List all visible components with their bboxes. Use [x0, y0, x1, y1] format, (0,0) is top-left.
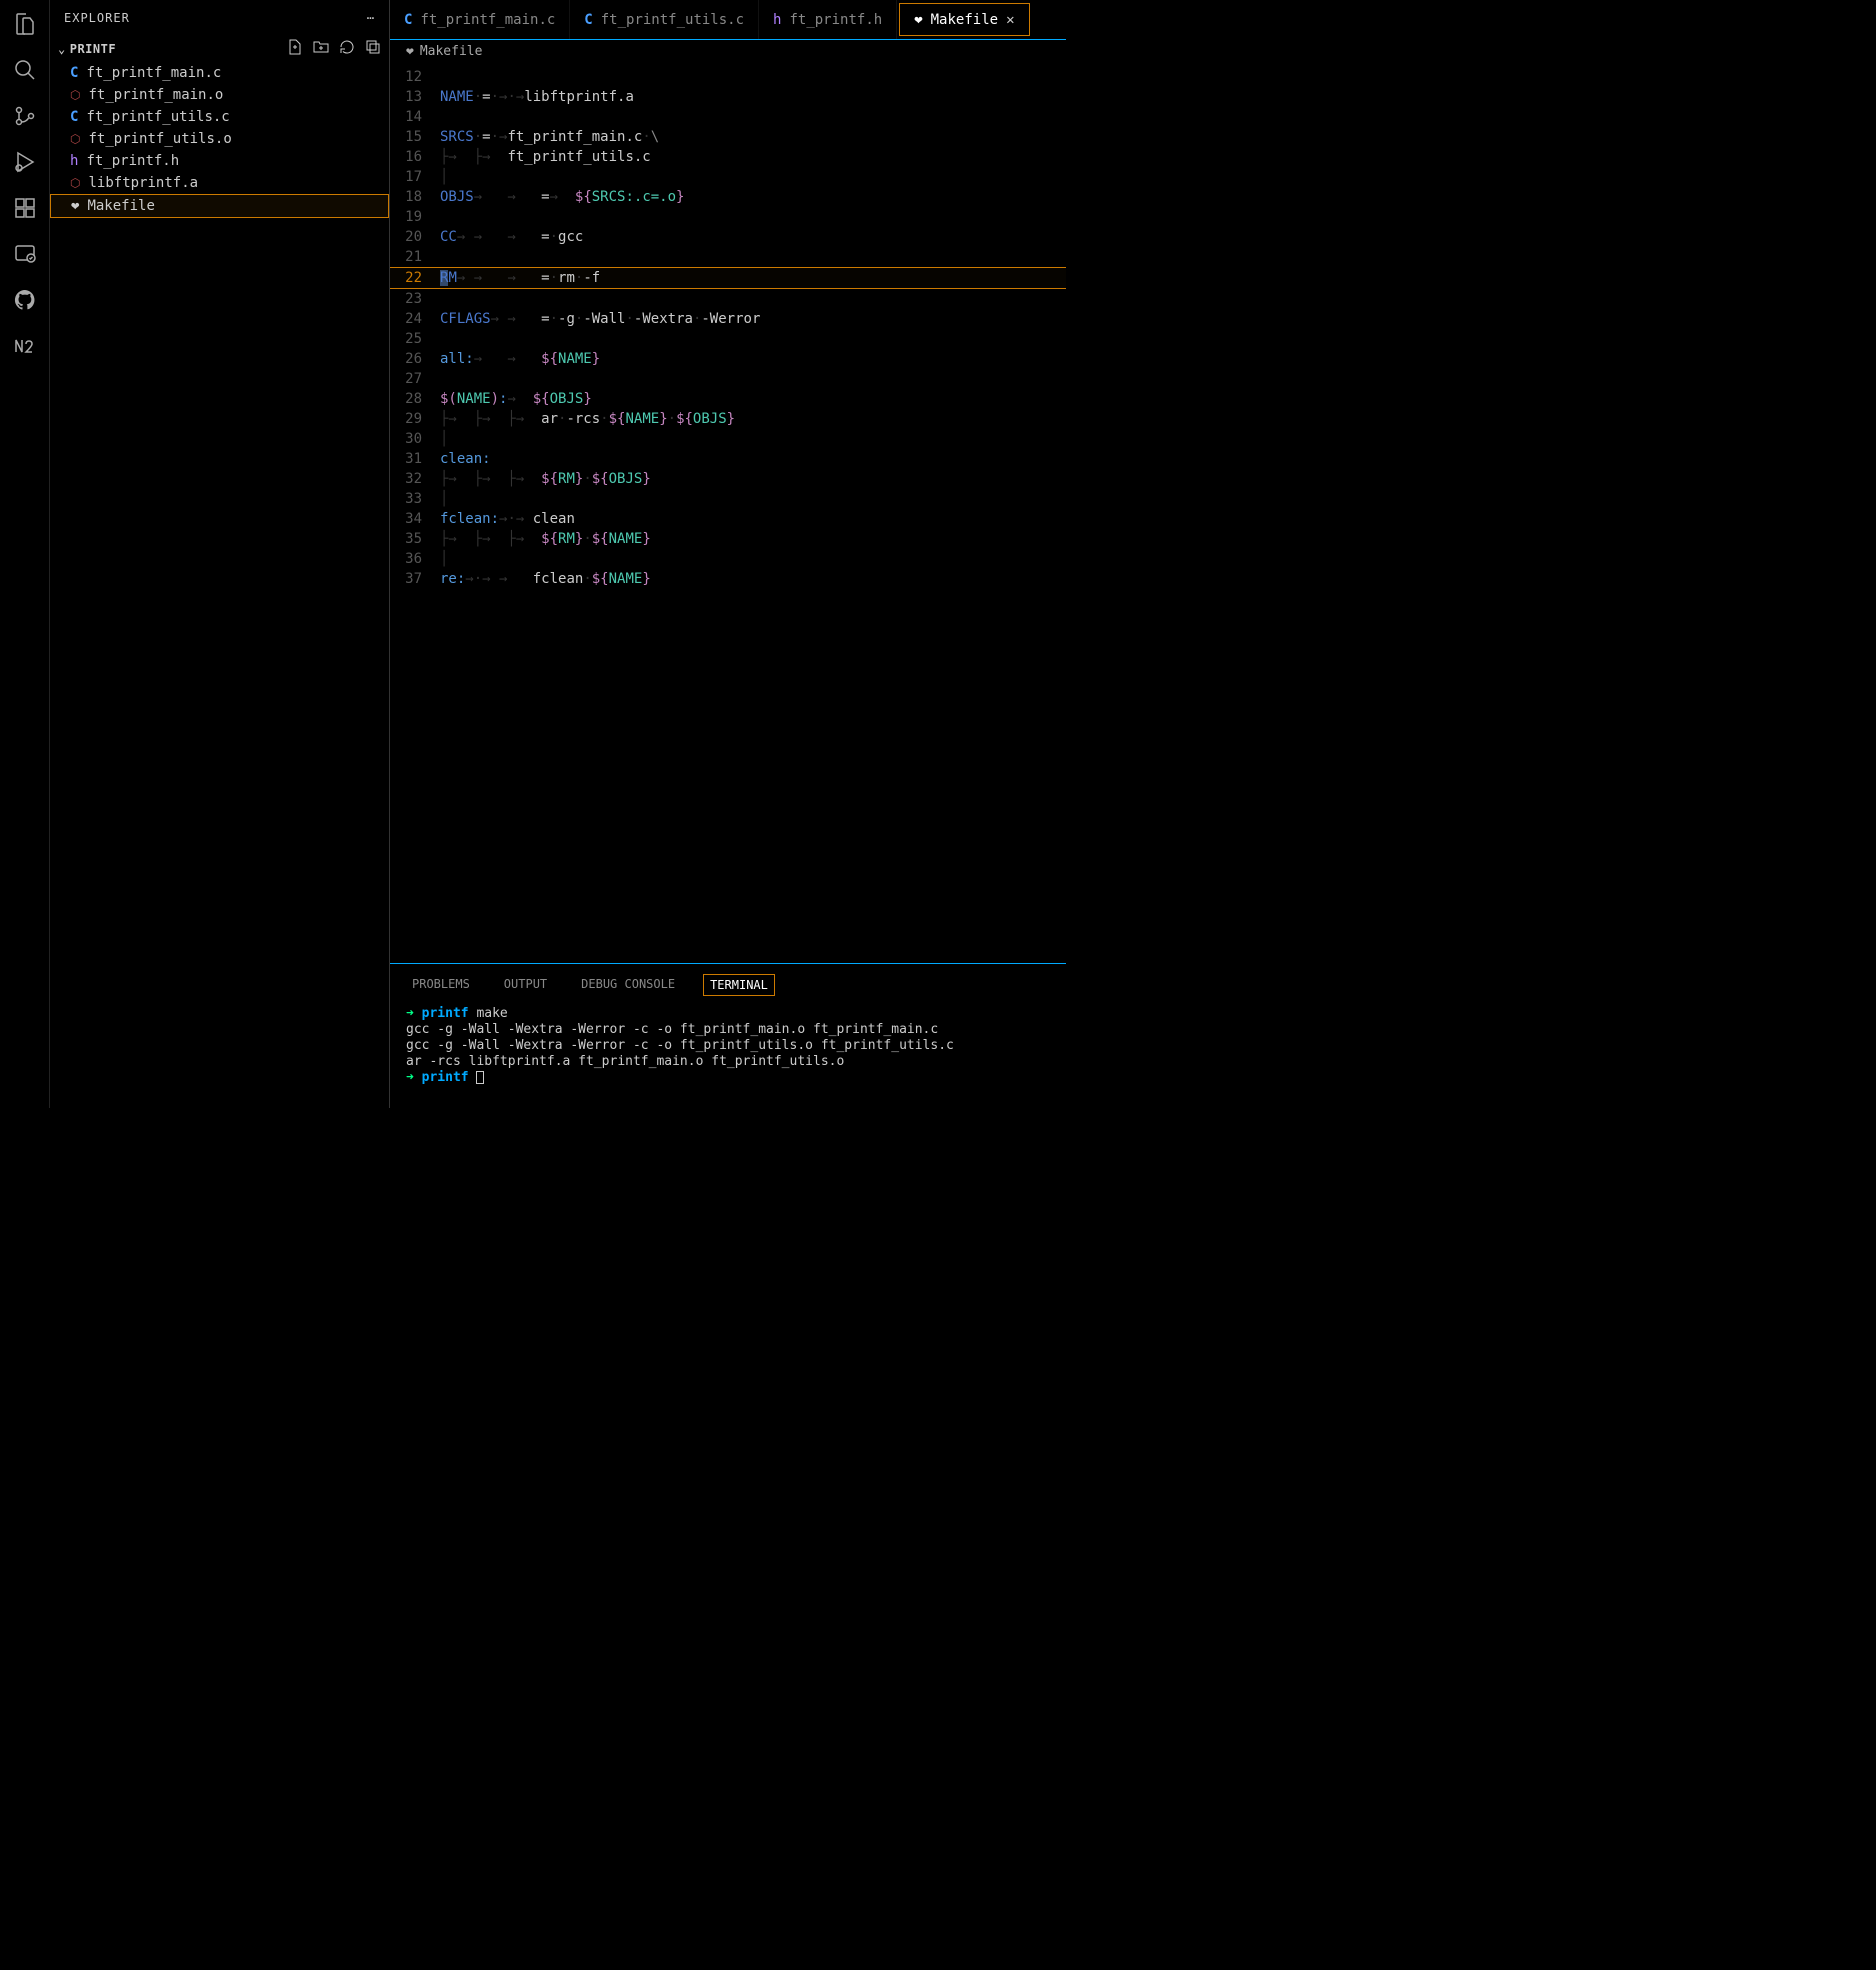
folder-header[interactable]: ⌄ PRINTF	[50, 35, 389, 62]
file-item-Makefile[interactable]: ❤Makefile	[50, 194, 389, 218]
tab-ft_printf_main-c[interactable]: Cft_printf_main.c	[390, 0, 570, 39]
run-debug-icon[interactable]	[11, 148, 39, 176]
terminal-line: ➜ printf make	[406, 1006, 1050, 1022]
tab-ft_printf_utils-c[interactable]: Cft_printf_utils.c	[570, 0, 759, 39]
n2-icon[interactable]	[11, 332, 39, 360]
main-area: Cft_printf_main.cCft_printf_utils.chft_p…	[390, 0, 1066, 1108]
search-icon[interactable]	[11, 56, 39, 84]
code-line[interactable]: 30│	[390, 429, 1066, 449]
file-item-ft_printf_main-c[interactable]: Cft_printf_main.c	[50, 62, 389, 84]
close-icon[interactable]: ✕	[1006, 12, 1014, 28]
code-line[interactable]: 35├→ ├→ ├→ ${RM}·${NAME}	[390, 529, 1066, 549]
code-line[interactable]: 24CFLAGS→ → =·-g·-Wall·-Wextra·-Werror	[390, 309, 1066, 329]
github-icon[interactable]	[11, 286, 39, 314]
extensions-icon[interactable]	[11, 194, 39, 222]
code-line[interactable]: 32├→ ├→ ├→ ${RM}·${OBJS}	[390, 469, 1066, 489]
file-item-ft_printf_utils-o[interactable]: ⬡ft_printf_utils.o	[50, 128, 389, 150]
remote-icon[interactable]	[11, 240, 39, 268]
code-line[interactable]: 16├→ ├→ ft_printf_utils.c	[390, 147, 1066, 167]
tab-Makefile[interactable]: ❤Makefile✕	[899, 3, 1029, 36]
code-editor[interactable]: 1213NAME·=·→·→libftprintf.a1415SRCS·=·→f…	[390, 63, 1066, 963]
sidebar-title: EXPLORER	[64, 11, 130, 25]
terminal-line: ar -rcs libftprintf.a ft_printf_main.o f…	[406, 1054, 1050, 1070]
code-line[interactable]: 26all:→ → ${NAME}	[390, 349, 1066, 369]
panel-tab-problems[interactable]: PROBLEMS	[406, 974, 476, 996]
terminal-line: gcc -g -Wall -Wextra -Werror -c -o ft_pr…	[406, 1022, 1050, 1038]
code-line[interactable]: 21	[390, 247, 1066, 267]
refresh-icon[interactable]	[339, 39, 355, 58]
file-item-libftprintf-a[interactable]: ⬡libftprintf.a	[50, 172, 389, 194]
code-line[interactable]: 12	[390, 67, 1066, 87]
panel-tabs: PROBLEMS OUTPUT DEBUG CONSOLE TERMINAL	[390, 964, 1066, 1002]
file-item-ft_printf-h[interactable]: hft_printf.h	[50, 150, 389, 172]
panel-tab-terminal[interactable]: TERMINAL	[703, 974, 775, 996]
code-line[interactable]: 13NAME·=·→·→libftprintf.a	[390, 87, 1066, 107]
file-item-ft_printf_main-o[interactable]: ⬡ft_printf_main.o	[50, 84, 389, 106]
sidebar: EXPLORER ⋯ ⌄ PRINTF Cft_printf_main.c⬡ft…	[50, 0, 390, 1108]
code-line[interactable]: 37re:→·→ → fclean·${NAME}	[390, 569, 1066, 589]
breadcrumb-text: Makefile	[420, 44, 483, 59]
activity-bar	[0, 0, 50, 1108]
code-line[interactable]: 25	[390, 329, 1066, 349]
file-list: Cft_printf_main.c⬡ft_printf_main.oCft_pr…	[50, 62, 389, 218]
code-line[interactable]: 22RM→ → → =·rm·-f	[390, 267, 1066, 289]
code-line[interactable]: 28$(NAME):→ ${OBJS}	[390, 389, 1066, 409]
chevron-down-icon: ⌄	[58, 42, 66, 56]
code-line[interactable]: 20CC→ → → =·gcc	[390, 227, 1066, 247]
new-folder-icon[interactable]	[313, 39, 329, 58]
code-line[interactable]: 27	[390, 369, 1066, 389]
code-line[interactable]: 34fclean:→·→ clean	[390, 509, 1066, 529]
source-control-icon[interactable]	[11, 102, 39, 130]
code-line[interactable]: 29├→ ├→ ├→ ar·-rcs·${NAME}·${OBJS}	[390, 409, 1066, 429]
panel-tab-debug-console[interactable]: DEBUG CONSOLE	[575, 974, 681, 996]
sidebar-header: EXPLORER ⋯	[50, 0, 389, 35]
terminal-line: gcc -g -Wall -Wextra -Werror -c -o ft_pr…	[406, 1038, 1050, 1054]
bottom-panel: PROBLEMS OUTPUT DEBUG CONSOLE TERMINAL ➜ pr…	[390, 963, 1066, 1108]
makefile-icon: ❤	[406, 44, 414, 59]
terminal-line: ➜ printf	[406, 1070, 1050, 1086]
folder-title: PRINTF	[70, 42, 116, 56]
more-icon[interactable]: ⋯	[367, 11, 375, 25]
code-line[interactable]: 14	[390, 107, 1066, 127]
editor-tabs: Cft_printf_main.cCft_printf_utils.chft_p…	[390, 0, 1066, 40]
collapse-icon[interactable]	[365, 39, 381, 58]
panel-tab-output[interactable]: OUTPUT	[498, 974, 553, 996]
explorer-icon[interactable]	[11, 10, 39, 38]
tab-ft_printf-h[interactable]: hft_printf.h	[759, 0, 897, 39]
breadcrumb[interactable]: ❤ Makefile	[390, 40, 1066, 63]
code-line[interactable]: 31clean:	[390, 449, 1066, 469]
code-line[interactable]: 18OBJS→ → =→ ${SRCS:.c=.o}	[390, 187, 1066, 207]
code-line[interactable]: 15SRCS·=·→ft_printf_main.c·\	[390, 127, 1066, 147]
file-item-ft_printf_utils-c[interactable]: Cft_printf_utils.c	[50, 106, 389, 128]
code-line[interactable]: 23	[390, 289, 1066, 309]
new-file-icon[interactable]	[287, 39, 303, 58]
terminal-output[interactable]: ➜ printf makegcc -g -Wall -Wextra -Werro…	[390, 1002, 1066, 1090]
code-line[interactable]: 33│	[390, 489, 1066, 509]
code-line[interactable]: 17│	[390, 167, 1066, 187]
code-line[interactable]: 36│	[390, 549, 1066, 569]
code-line[interactable]: 19	[390, 207, 1066, 227]
